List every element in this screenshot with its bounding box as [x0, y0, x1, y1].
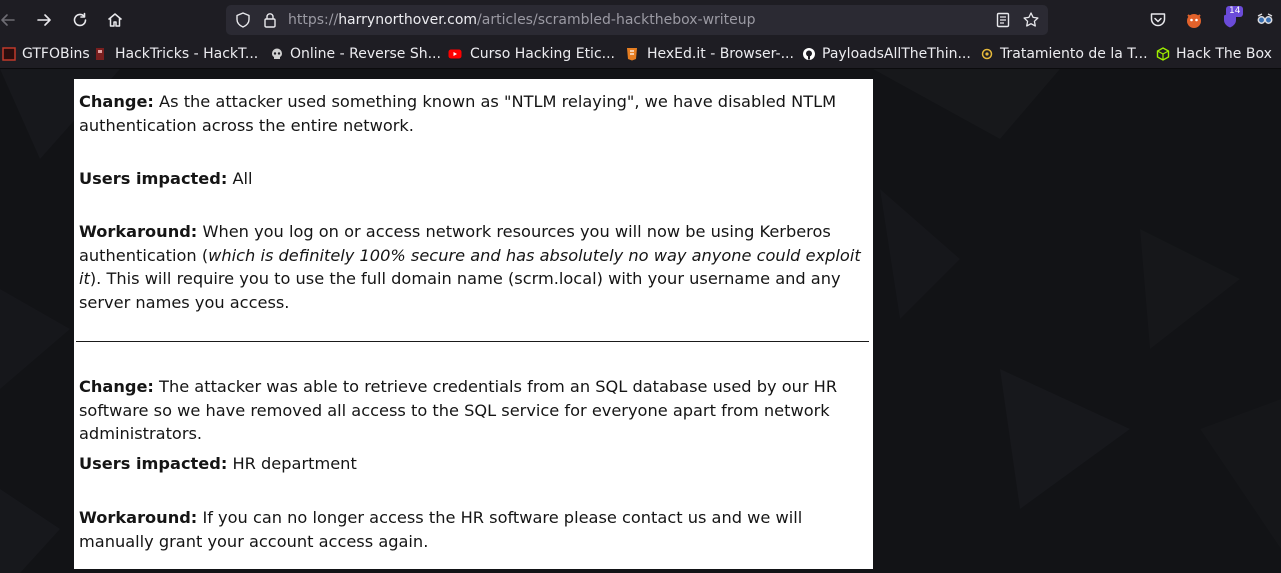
bookmark-label: HackTricks - HackT... — [115, 46, 259, 62]
url-scheme: https:// — [288, 12, 339, 28]
bookmark-reverse-shell[interactable]: Online - Reverse Sh... — [270, 45, 441, 63]
bookmark-label: Online - Reverse Sh... — [290, 46, 441, 62]
bookmark-label: GTFOBins — [22, 46, 90, 62]
change-label: Change: — [79, 92, 154, 111]
workaround-paragraph: Workaround: When you log on or access ne… — [79, 220, 869, 314]
url-text[interactable]: https://harrynorthover.com/articles/scra… — [288, 11, 756, 29]
pocket-icon[interactable] — [1146, 8, 1170, 32]
htb-cube-icon — [1156, 47, 1170, 61]
bookmark-label: PayloadsAllTheThin... — [822, 46, 971, 62]
change-text: As the attacker used something known as … — [79, 92, 837, 135]
gtfobins-icon — [2, 47, 16, 61]
bookmark-gtfobins[interactable]: GTFOBins — [2, 45, 90, 63]
extension-badge: 14 — [1226, 6, 1244, 17]
hacktricks-icon — [93, 47, 107, 61]
bookmark-hexedit[interactable]: HexEd.it - Browser-... — [625, 45, 794, 63]
forward-arrow-icon[interactable] — [32, 8, 56, 32]
extension-mask-icon[interactable] — [1253, 8, 1277, 32]
url-path: /articles/scrambled-hackthebox-writeup — [477, 12, 756, 28]
users-impacted-paragraph: Users impacted: HR department — [79, 452, 869, 476]
impacted-text: All — [227, 169, 253, 188]
bookmark-label: Hack The Box — [1176, 46, 1272, 62]
bookmark-tratamiento[interactable]: Tratamiento de la T... — [980, 45, 1148, 63]
change-paragraph: Change: The attacker was able to retriev… — [79, 375, 869, 446]
home-icon[interactable] — [103, 8, 127, 32]
youtube-icon — [448, 47, 462, 61]
bookmarks-bar: GTFOBins HackTricks - HackT... Online - … — [0, 40, 1281, 69]
article-card: Change: As the attacker used something k… — [74, 79, 873, 569]
bookmark-hackthebox[interactable]: Hack The Box — [1156, 45, 1272, 63]
change-text: The attacker was able to retrieve creden… — [79, 377, 838, 443]
github-icon — [802, 47, 816, 61]
browser-toolbar: https://harrynorthover.com/articles/scra… — [0, 0, 1281, 40]
back-arrow-icon[interactable] — [0, 8, 20, 32]
bookmark-hacktricks[interactable]: HackTricks - HackT... — [93, 45, 258, 63]
bookmark-curso-hacking[interactable]: Curso Hacking Etic... — [448, 45, 615, 63]
hexed-icon — [625, 47, 639, 61]
workaround-text-continued: ). This will require you to use the full… — [79, 269, 841, 312]
change-paragraph: Change: As the attacker used something k… — [79, 90, 869, 137]
horizontal-divider — [76, 341, 869, 342]
lock-icon[interactable] — [261, 11, 279, 29]
workaround-paragraph: Workaround: If you can no longer access … — [79, 506, 869, 553]
impacted-label: Users impacted: — [79, 169, 228, 188]
reload-icon[interactable] — [68, 8, 92, 32]
bookmark-label: Curso Hacking Etic... — [470, 46, 615, 62]
bookmark-label: HexEd.it - Browser-... — [647, 46, 794, 62]
foxyproxy-icon[interactable] — [1182, 8, 1206, 32]
page-viewport: Change: As the attacker used something k… — [0, 69, 1281, 573]
workaround-label: Workaround: — [79, 222, 198, 241]
workaround-label: Workaround: — [79, 508, 198, 527]
url-domain: harrynorthover.com — [338, 12, 478, 28]
users-impacted-paragraph: Users impacted: All — [79, 167, 869, 191]
tratamiento-icon — [980, 47, 994, 61]
bookmark-star-icon[interactable] — [1022, 11, 1040, 29]
skull-icon — [270, 47, 284, 61]
bookmark-payloads[interactable]: PayloadsAllTheThin... — [802, 45, 971, 63]
bookmark-label: Tratamiento de la T... — [1000, 46, 1148, 62]
address-bar[interactable]: https://harrynorthover.com/articles/scra… — [226, 5, 1048, 35]
shield-icon[interactable] — [234, 11, 252, 29]
impacted-label: Users impacted: — [79, 454, 228, 473]
reader-view-icon[interactable] — [994, 11, 1012, 29]
impacted-text: HR department — [227, 454, 357, 473]
change-label: Change: — [79, 377, 154, 396]
